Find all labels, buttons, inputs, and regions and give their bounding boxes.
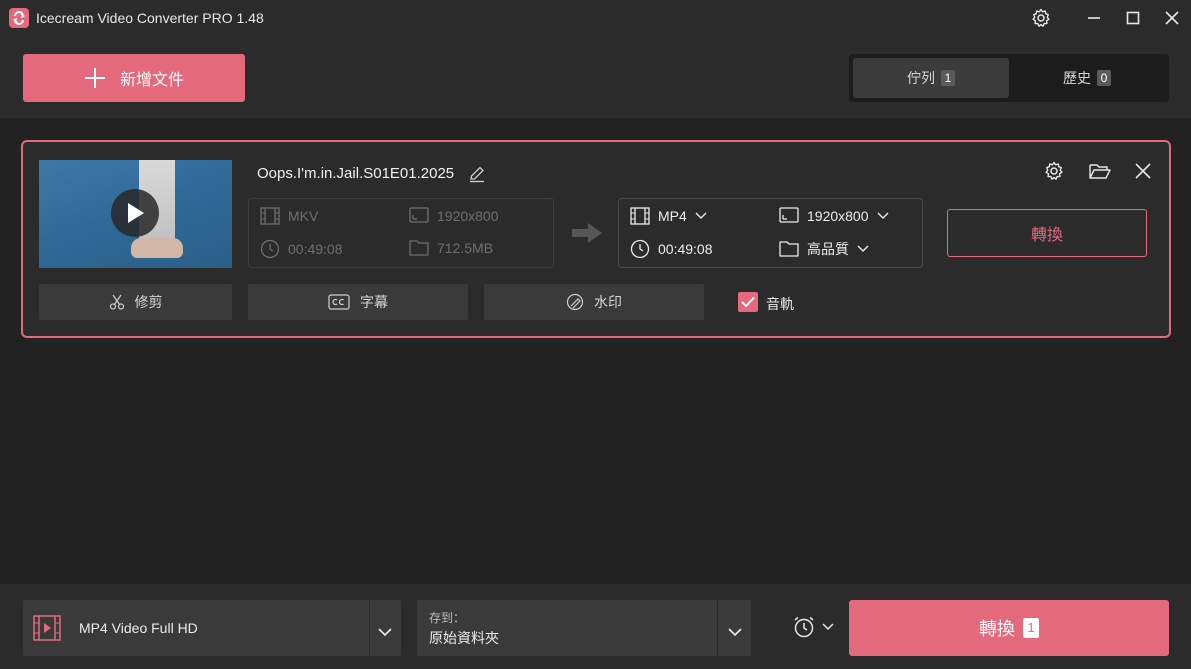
convert-all-label: 轉換 (979, 619, 1015, 639)
preset-label: MP4 Video Full HD (79, 620, 198, 636)
tab-history-label: 歷史 (1063, 70, 1091, 86)
source-duration: 00:49:08 (260, 239, 343, 259)
source-format: MKV (260, 207, 318, 225)
screen-icon (409, 207, 429, 223)
cc-icon (328, 294, 350, 310)
save-to-caption: 存到： (429, 611, 466, 625)
target-duration: 00:49:08 (630, 239, 713, 259)
target-quality-dropdown[interactable]: 高品質 (779, 239, 869, 259)
app-title: Icecream Video Converter PRO 1.48 (36, 10, 264, 26)
chevron-down-icon (822, 623, 834, 631)
chevron-down-icon (378, 624, 392, 642)
tab-queue[interactable]: 佇列 1 (853, 58, 1009, 98)
folder-icon (779, 241, 799, 257)
queue-history-tabs: 佇列 1 歷史 0 (849, 54, 1169, 102)
remove-item-close-icon[interactable] (1130, 158, 1156, 184)
maximize-button[interactable] (1118, 4, 1148, 32)
file-name: Oops.I'm.in.Jail.S01E01.2025 (257, 165, 455, 182)
save-to-value: 原始資料夾 (429, 630, 499, 646)
video-file-icon (33, 615, 61, 646)
tab-history[interactable]: 歷史 0 (1009, 58, 1165, 98)
close-window-button[interactable] (1157, 4, 1187, 32)
checkmark-icon (741, 296, 755, 308)
clock-icon (630, 239, 650, 259)
film-icon (630, 207, 650, 225)
convert-count-badge: 1 (1023, 618, 1039, 638)
film-icon (260, 207, 280, 225)
convert-arrow-icon (571, 222, 603, 249)
open-folder-icon[interactable] (1087, 158, 1113, 184)
watermark-icon (566, 293, 584, 311)
add-file-label: 新增文件 (119, 72, 184, 89)
clock-icon (260, 239, 280, 259)
chevron-down-icon (857, 245, 869, 252)
settings-gear-icon[interactable] (1026, 4, 1056, 32)
scissors-icon (109, 294, 124, 310)
play-icon[interactable] (111, 189, 159, 237)
subtitles-button[interactable]: 字幕 (248, 284, 468, 320)
target-format-dropdown[interactable]: MP4 (630, 207, 707, 225)
history-count-badge: 0 (1097, 70, 1111, 86)
folder-icon (409, 240, 429, 256)
app-logo-icon (9, 8, 29, 28)
trim-button[interactable]: 修剪 (39, 284, 232, 320)
item-settings-gear-icon[interactable] (1041, 158, 1067, 184)
source-resolution: 1920x800 (409, 207, 499, 225)
minimize-button[interactable] (1079, 4, 1109, 32)
audio-track-label: 音軌 (766, 296, 794, 312)
edit-pencil-icon[interactable] (468, 165, 486, 183)
alarm-clock-icon (794, 616, 814, 638)
convert-all-button[interactable]: 轉換 1 (849, 600, 1169, 656)
chevron-down-icon (877, 212, 889, 219)
plus-icon (84, 68, 105, 88)
convert-item-button[interactable]: 轉換 (947, 209, 1147, 257)
queue-count-badge: 1 (941, 70, 955, 86)
target-resolution-dropdown[interactable]: 1920x800 (779, 207, 889, 225)
watermark-button[interactable]: 水印 (484, 284, 704, 320)
tab-queue-label: 佇列 (907, 70, 935, 86)
screen-icon (779, 207, 799, 223)
source-size: 712.5MB (409, 239, 493, 257)
chevron-down-icon (695, 212, 707, 219)
audio-track-checkbox[interactable] (738, 292, 758, 312)
add-file-button[interactable]: 新增文件 (23, 54, 245, 102)
chevron-down-icon (728, 624, 742, 642)
schedule-timer-dropdown[interactable] (792, 615, 834, 639)
